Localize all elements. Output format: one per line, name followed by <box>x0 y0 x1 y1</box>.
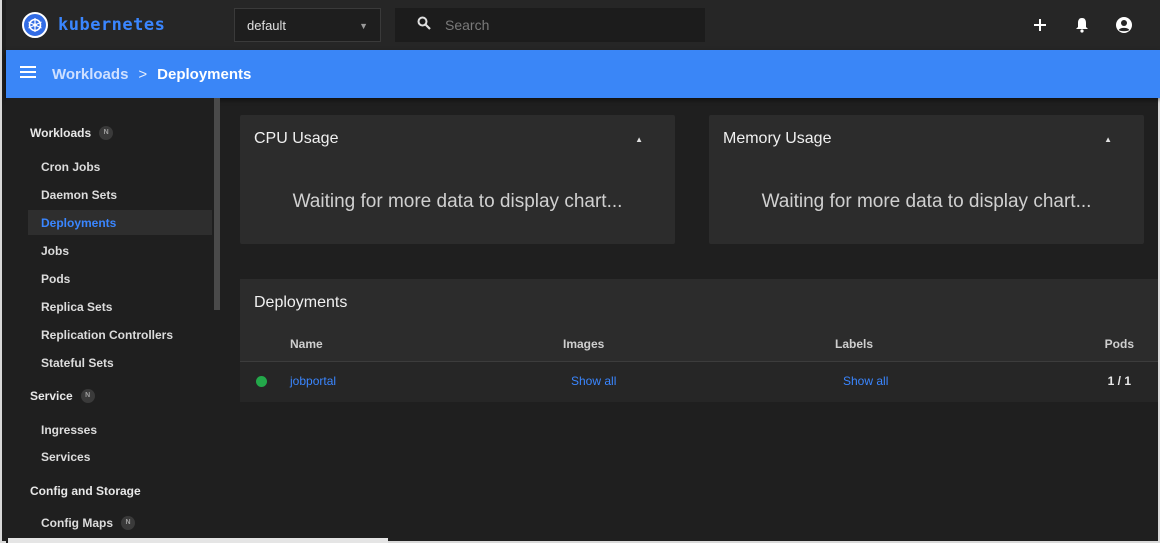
namespace-select[interactable]: default ▼ <box>234 8 381 42</box>
sidebar-item-replication-controllers[interactable]: Replication Controllers <box>41 328 173 342</box>
sidebar-item-config-maps[interactable]: Config Maps N <box>41 516 135 530</box>
status-running-icon <box>256 376 267 387</box>
search-input[interactable] <box>445 17 685 33</box>
menu-icon[interactable] <box>20 65 36 83</box>
breadcrumb-workloads[interactable]: Workloads <box>52 66 128 83</box>
breadcrumb-separator: > <box>138 65 148 83</box>
section-label: Config and Storage <box>30 484 141 498</box>
sidebar-section-workloads[interactable]: Workloads N <box>30 126 114 140</box>
column-header-labels: Labels <box>835 337 874 351</box>
memory-usage-card: Memory Usage ▲ Waiting for more data to … <box>709 115 1144 244</box>
namespaced-badge: N <box>99 126 114 140</box>
pods-count: 1 / 1 <box>1107 374 1131 388</box>
deployments-card: Deployments Name Images Labels Pods jobp… <box>240 279 1158 402</box>
add-icon[interactable] <box>1030 15 1050 35</box>
sidebar-scrollbar[interactable] <box>214 98 220 310</box>
table-row: jobportal Show all Show all 1 / 1 <box>240 362 1158 402</box>
sidebar-item-ingresses[interactable]: Ingresses <box>41 423 97 437</box>
sidebar-item-pods[interactable]: Pods <box>41 272 70 286</box>
collapse-caret-icon[interactable]: ▲ <box>635 135 643 144</box>
account-icon[interactable] <box>1114 15 1134 35</box>
top-bar: kubernetes default ▼ <box>6 0 1160 50</box>
namespaced-badge: N <box>121 516 135 530</box>
bell-icon[interactable] <box>1072 15 1092 35</box>
namespaced-badge: N <box>80 389 95 403</box>
sidebar-section-config-storage[interactable]: Config and Storage <box>30 484 141 498</box>
sidebar-item-jobs[interactable]: Jobs <box>41 244 69 258</box>
sidebar-item-services[interactable]: Services <box>41 450 90 464</box>
images-show-all-link[interactable]: Show all <box>571 374 616 388</box>
labels-show-all-link[interactable]: Show all <box>843 374 888 388</box>
top-actions <box>1030 15 1160 35</box>
column-header-name[interactable]: Name <box>290 337 323 351</box>
sidebar-item-cron-jobs[interactable]: Cron Jobs <box>41 160 100 174</box>
search-icon <box>417 16 431 35</box>
sidebar-item-stateful-sets[interactable]: Stateful Sets <box>41 356 114 370</box>
sidebar-section-service[interactable]: Service N <box>30 389 95 403</box>
cpu-usage-title: CPU Usage <box>254 130 339 147</box>
sidebar-item-deployments[interactable]: Deployments <box>41 216 116 230</box>
brand[interactable]: kubernetes <box>6 12 234 38</box>
cpu-chart-placeholder: Waiting for more data to display chart..… <box>292 191 623 212</box>
cpu-usage-card: CPU Usage ▲ Waiting for more data to dis… <box>240 115 675 244</box>
namespace-value: default <box>247 17 287 33</box>
section-label: Workloads <box>30 126 92 140</box>
deployment-name-link[interactable]: jobportal <box>290 374 336 388</box>
column-header-images: Images <box>563 337 605 351</box>
section-label: Service <box>30 389 73 403</box>
memory-usage-title: Memory Usage <box>723 130 832 147</box>
kubernetes-helm-icon <box>22 12 48 38</box>
brand-name: kubernetes <box>58 15 166 35</box>
horizontal-scrollbar[interactable] <box>8 538 388 543</box>
app-frame: kubernetes default ▼ Search Workloads > … <box>0 0 1160 543</box>
breadcrumb-bar: Workloads > Deployments <box>6 50 1160 98</box>
sidebar: Workloads N Cron Jobs Daemon Sets Deploy… <box>6 98 220 543</box>
breadcrumb-current: Deployments <box>157 65 252 83</box>
collapse-caret-icon[interactable]: ▲ <box>1104 135 1112 144</box>
caret-down-icon: ▼ <box>359 21 368 31</box>
sidebar-item-replica-sets[interactable]: Replica Sets <box>41 300 112 314</box>
column-header-pods: Pods <box>1104 337 1134 351</box>
deployments-title: Deployments <box>254 294 348 311</box>
memory-chart-placeholder: Waiting for more data to display chart..… <box>761 191 1092 212</box>
search-box[interactable] <box>395 8 705 42</box>
item-label: Config Maps <box>41 516 113 530</box>
sidebar-item-daemon-sets[interactable]: Daemon Sets <box>41 188 117 202</box>
